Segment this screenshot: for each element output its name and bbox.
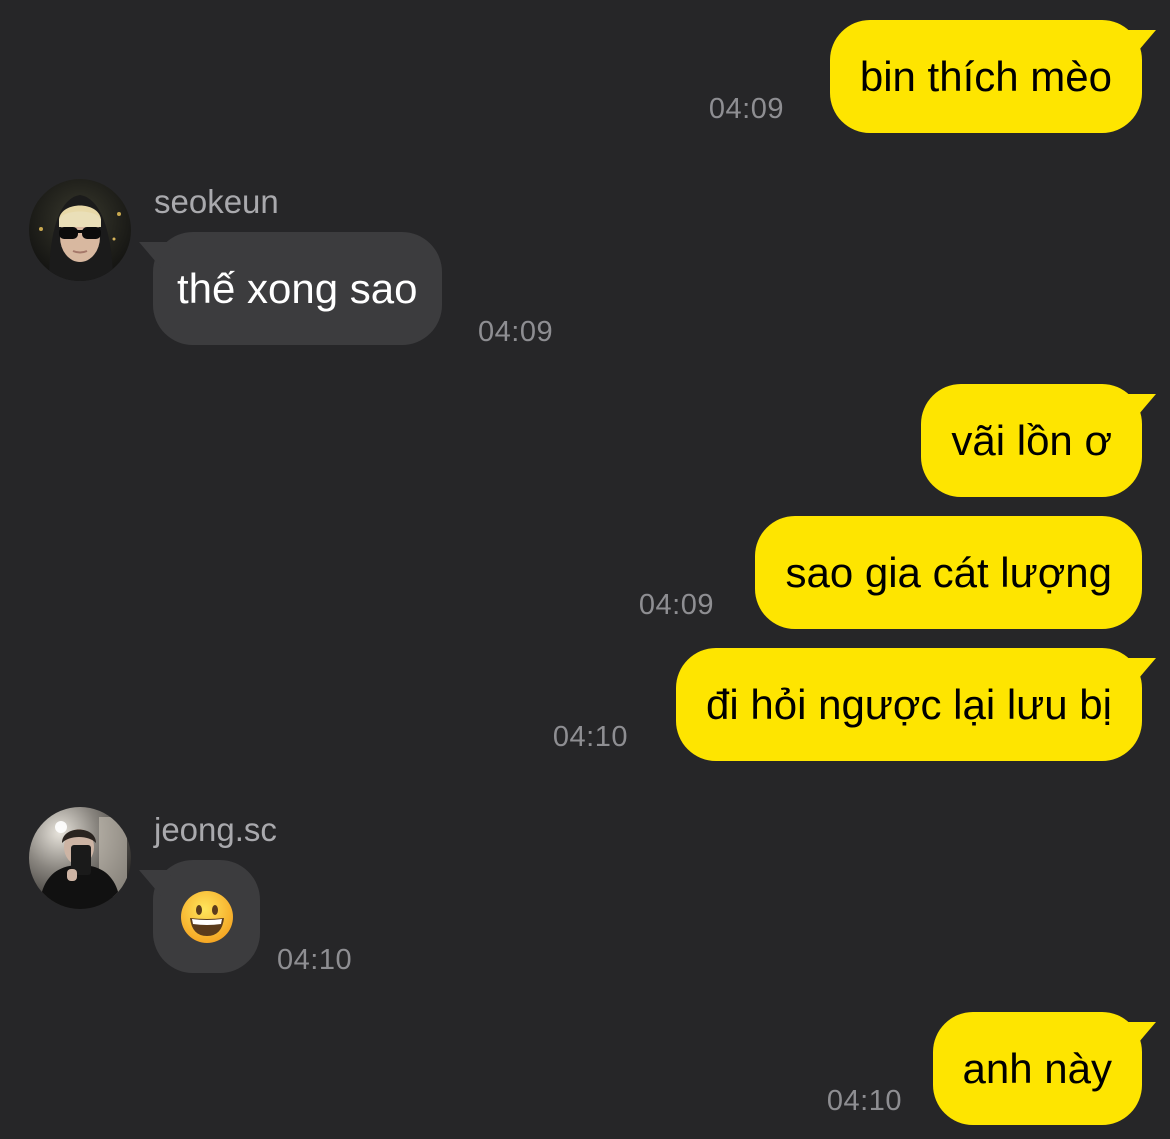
message-text: đi hỏi ngược lại lưu bị: [706, 680, 1112, 728]
message-timestamp: 04:09: [638, 589, 714, 621]
message-timestamp: 04:10: [826, 1085, 902, 1117]
user-photo-mirror-selfie-icon: [29, 807, 131, 909]
sender-name: seokeun: [154, 183, 279, 220]
message-text: anh này: [962, 1044, 1112, 1092]
message-text: vãi lồn ơ: [951, 416, 1112, 464]
message-timestamp: 04:10: [552, 721, 628, 753]
message-text: bin thích mèo: [859, 52, 1112, 100]
message-timestamp: 04:09: [478, 316, 554, 348]
message-bubble-outgoing[interactable]: bin thích mèo: [829, 20, 1142, 133]
avatar[interactable]: [29, 179, 131, 281]
sender-name: jeong.sc: [154, 811, 277, 848]
message-bubble-outgoing[interactable]: vãi lồn ơ: [921, 384, 1142, 497]
message-bubble-incoming[interactable]: thế xong sao: [153, 232, 442, 345]
message-bubble-incoming[interactable]: [153, 860, 260, 973]
message-bubble-outgoing[interactable]: anh này: [932, 1012, 1142, 1125]
user-photo-sunglasses-icon: [29, 179, 131, 281]
message-timestamp: 04:10: [277, 944, 353, 976]
grinning-face-emoji-icon: [180, 890, 233, 943]
avatar[interactable]: [29, 807, 131, 909]
message-text: sao gia cát lượng: [785, 548, 1112, 596]
message-text: thế xong sao: [177, 264, 418, 312]
message-bubble-outgoing[interactable]: đi hỏi ngược lại lưu bị: [676, 648, 1142, 761]
message-bubble-outgoing[interactable]: sao gia cát lượng: [755, 516, 1142, 629]
message-timestamp: 04:09: [708, 93, 784, 125]
